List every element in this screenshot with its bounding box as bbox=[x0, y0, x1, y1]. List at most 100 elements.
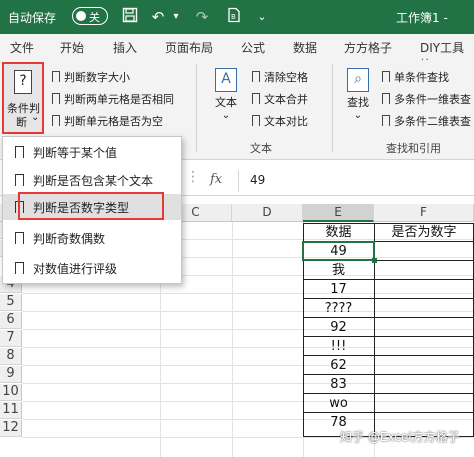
bookmark-icon bbox=[15, 174, 24, 186]
search-icon: ⌕ bbox=[347, 68, 369, 92]
table-line bbox=[303, 317, 474, 318]
menu-item-contains-text[interactable]: 判断是否包含某个文本 bbox=[3, 167, 181, 193]
customize-quick-access-icon[interactable]: ⌄ bbox=[252, 7, 272, 27]
fill-handle[interactable] bbox=[372, 258, 377, 263]
judge-cell-empty-button[interactable]: 判断单元格是否为空 bbox=[52, 113, 163, 129]
data-cell[interactable]: 62 bbox=[303, 357, 374, 374]
bookmark-icon bbox=[382, 71, 390, 82]
row-header-5[interactable]: 5 bbox=[0, 294, 22, 311]
row-header-12[interactable]: 12 bbox=[0, 420, 22, 437]
condition-judge-dropdown: 判断等于某个值 判断是否包含某个文本 判断是否数字类型 判断奇数偶数 对数值进行… bbox=[2, 136, 182, 284]
undo-icon[interactable]: ↶ bbox=[148, 7, 168, 27]
header-cell-is-number[interactable]: 是否为数字 bbox=[374, 224, 474, 241]
row-header-8[interactable]: 8 bbox=[0, 348, 22, 365]
tab-fangfang[interactable]: 方方格子 bbox=[344, 39, 392, 56]
menu-item-label: 判断是否包含某个文本 bbox=[33, 174, 154, 188]
table-line bbox=[303, 298, 474, 299]
row-header-7[interactable]: 7 bbox=[0, 330, 22, 347]
tab-data[interactable]: 数据 bbox=[293, 39, 317, 56]
header-cell-data[interactable]: 数据 bbox=[303, 224, 374, 241]
menu-item-label: 对数值进行评级 bbox=[33, 262, 118, 276]
menu-item-odd-even[interactable]: 判断奇数偶数 bbox=[3, 225, 181, 251]
text-merge-button[interactable]: 文本合并 bbox=[252, 91, 308, 107]
redo-icon[interactable]: ↷ bbox=[192, 7, 212, 27]
row-header-9[interactable]: 9 bbox=[0, 366, 22, 383]
tab-home[interactable]: 开始 bbox=[60, 39, 84, 56]
judge-item-label: 判断数字大小 bbox=[64, 71, 130, 84]
data-cell[interactable]: 92 bbox=[303, 319, 374, 336]
column-header-e[interactable]: E bbox=[303, 204, 374, 222]
judge-item-label: 判断单元格是否为空 bbox=[64, 115, 163, 128]
column-header-d[interactable]: D bbox=[232, 204, 303, 222]
svg-text:B: B bbox=[231, 13, 236, 21]
tab-formulas[interactable]: 公式 bbox=[241, 39, 265, 56]
tab-insert[interactable]: 插入 bbox=[113, 39, 137, 56]
formula-input[interactable]: 49 bbox=[250, 173, 265, 187]
judge-cells-same-button[interactable]: 判断两单元格是否相同 bbox=[52, 91, 174, 107]
tab-page-layout[interactable]: 页面布局 bbox=[165, 39, 213, 56]
lookup-item-label: 多条件二维表查 bbox=[394, 115, 471, 128]
data-cell[interactable]: 17 bbox=[303, 281, 374, 298]
data-cell[interactable]: wo bbox=[303, 395, 374, 412]
autosave-toggle[interactable]: 关 bbox=[72, 7, 108, 25]
data-cell[interactable]: 83 bbox=[303, 376, 374, 393]
lookup-group-label: 查找和引用 bbox=[386, 142, 441, 155]
row-header-6[interactable]: 6 bbox=[0, 312, 22, 329]
clear-spaces-button[interactable]: 清除空格 bbox=[252, 69, 308, 85]
formula-separator bbox=[238, 170, 239, 192]
data-cell[interactable]: 我 bbox=[303, 262, 374, 279]
toggle-knob bbox=[76, 11, 86, 21]
text-item-label: 文本对比 bbox=[264, 115, 308, 128]
table-line bbox=[303, 412, 474, 413]
menu-item-equals-value[interactable]: 判断等于某个值 bbox=[3, 139, 181, 165]
table-line bbox=[303, 279, 474, 280]
text-button[interactable]: A 文本 ⌄ bbox=[210, 68, 242, 121]
data-cell[interactable]: ???? bbox=[303, 300, 374, 317]
fx-icon[interactable]: fx bbox=[210, 172, 222, 187]
ribbon-tabs: 文件 开始 插入 页面布局 公式 数据 方方格子 DIY工具箱 bbox=[0, 34, 474, 72]
multi-condition-2d-lookup-button[interactable]: 多条件二维表查 bbox=[382, 113, 471, 129]
bookmark-icon bbox=[252, 93, 260, 104]
text-A-icon: A bbox=[215, 68, 237, 92]
chevron-down-icon: ⌄ bbox=[31, 112, 40, 123]
document-title: 工作簿1 - bbox=[396, 11, 448, 25]
column-header-f[interactable]: F bbox=[374, 204, 474, 222]
watermark: 知乎 @Excel方方格子 bbox=[340, 430, 460, 444]
judge-number-size-button[interactable]: 判断数字大小 bbox=[52, 69, 130, 85]
document-icon[interactable]: B bbox=[224, 7, 244, 27]
active-cell-selection bbox=[302, 241, 375, 261]
text-item-label: 清除空格 bbox=[264, 71, 308, 84]
title-bar: 自动保存 关 ↶ ▾ ↷ B ⌄ 工作簿1 - bbox=[0, 0, 474, 34]
find-button-label: 查找 bbox=[347, 96, 369, 109]
row-header-10[interactable]: 10 bbox=[0, 384, 22, 401]
undo-dropdown-icon[interactable]: ▾ bbox=[166, 7, 186, 27]
bookmark-icon bbox=[52, 93, 60, 104]
highlight-red-box bbox=[18, 192, 164, 220]
table-line bbox=[303, 355, 474, 356]
chevron-down-icon: ⌄ bbox=[221, 110, 231, 121]
lookup-item-label: 多条件一维表查 bbox=[394, 93, 471, 106]
data-cell[interactable]: !!! bbox=[303, 338, 374, 355]
find-button[interactable]: ⌕ 查找 ⌄ bbox=[342, 68, 374, 121]
table-line bbox=[303, 336, 474, 337]
single-condition-lookup-button[interactable]: 单条件查找 bbox=[382, 69, 449, 85]
menu-item-label: 判断等于某个值 bbox=[33, 146, 118, 160]
text-button-label: 文本 bbox=[215, 96, 237, 109]
text-group-label: 文本 bbox=[250, 142, 272, 155]
multi-condition-1d-lookup-button[interactable]: 多条件一维表查 bbox=[382, 91, 471, 107]
save-icon[interactable] bbox=[120, 7, 140, 27]
bookmark-icon bbox=[382, 93, 390, 104]
menu-item-rate-values[interactable]: 对数值进行评级 bbox=[3, 255, 181, 281]
bookmark-icon bbox=[52, 71, 60, 82]
condition-judge-button[interactable]: ? 条件判 断 ⌄ bbox=[2, 62, 44, 134]
text-item-label: 文本合并 bbox=[264, 93, 308, 106]
table-line bbox=[303, 393, 474, 394]
question-icon: ? bbox=[14, 70, 32, 94]
row-header-11[interactable]: 11 bbox=[0, 402, 22, 419]
autosave-label: 自动保存 bbox=[8, 11, 57, 25]
lookup-item-label: 单条件查找 bbox=[394, 71, 449, 84]
judge-item-label: 判断两单元格是否相同 bbox=[64, 93, 174, 106]
tab-file[interactable]: 文件 bbox=[10, 39, 34, 56]
text-compare-button[interactable]: 文本对比 bbox=[252, 113, 308, 129]
condition-judge-label-2: 断 bbox=[16, 116, 27, 129]
